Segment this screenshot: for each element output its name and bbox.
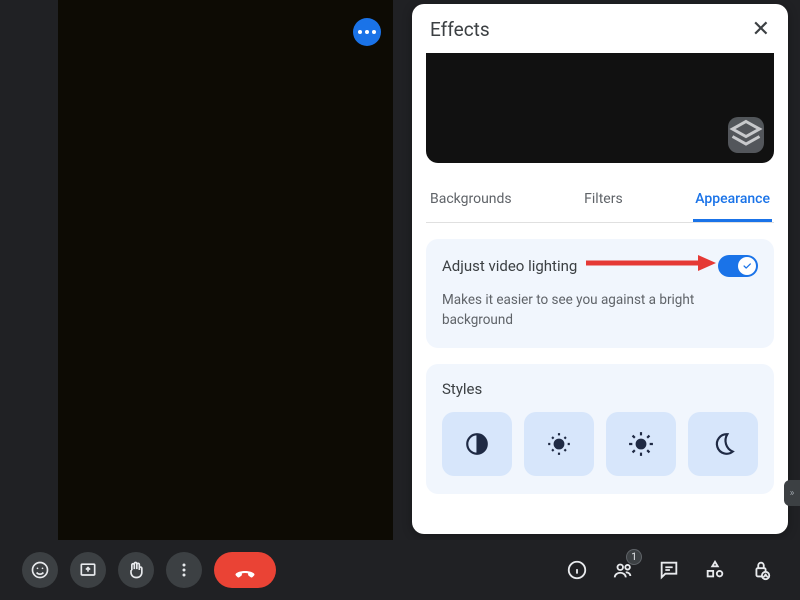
meeting-toolbar: 1 [0,540,800,600]
adjust-lighting-toggle[interactable] [718,255,758,277]
side-panel-expand-tab[interactable]: » [784,480,800,506]
meeting-details-button[interactable] [560,553,594,587]
video-tile-more-button[interactable] [353,18,381,46]
reactions-button[interactable] [22,552,58,588]
style-dim-button[interactable] [524,412,594,476]
styles-card: Styles [426,364,774,494]
layers-icon[interactable] [728,117,764,153]
adjust-lighting-description: Makes it easier to see you against a bri… [442,291,758,330]
tab-appearance[interactable]: Appearance [693,183,772,222]
effects-panel-header: Effects ✕ [412,4,788,53]
adjust-lighting-label: Adjust video lighting [442,257,577,275]
style-bright-button[interactable] [606,412,676,476]
styles-title: Styles [442,380,758,398]
effects-panel-title: Effects [430,18,490,41]
present-button[interactable] [70,552,106,588]
effects-video-preview [426,53,774,163]
effects-tabs: Backgrounds Filters Appearance [426,183,774,223]
close-icon[interactable]: ✕ [752,19,770,41]
tab-backgrounds[interactable]: Backgrounds [428,183,514,222]
raise-hand-button[interactable] [118,552,154,588]
style-moon-button[interactable] [688,412,758,476]
adjust-lighting-card: Adjust video lighting Makes it easier to… [426,239,774,348]
end-call-button[interactable] [214,552,276,588]
activities-button[interactable] [698,553,732,587]
chat-button[interactable] [652,553,686,587]
tab-filters[interactable]: Filters [582,183,625,222]
self-video-tile [58,0,393,540]
people-button[interactable]: 1 [606,553,640,587]
more-options-button[interactable] [166,552,202,588]
host-controls-button[interactable] [744,553,778,587]
style-contrast-button[interactable] [442,412,512,476]
effects-panel: Effects ✕ Backgrounds Filters Appearance… [412,4,788,534]
people-count-badge: 1 [626,549,642,565]
